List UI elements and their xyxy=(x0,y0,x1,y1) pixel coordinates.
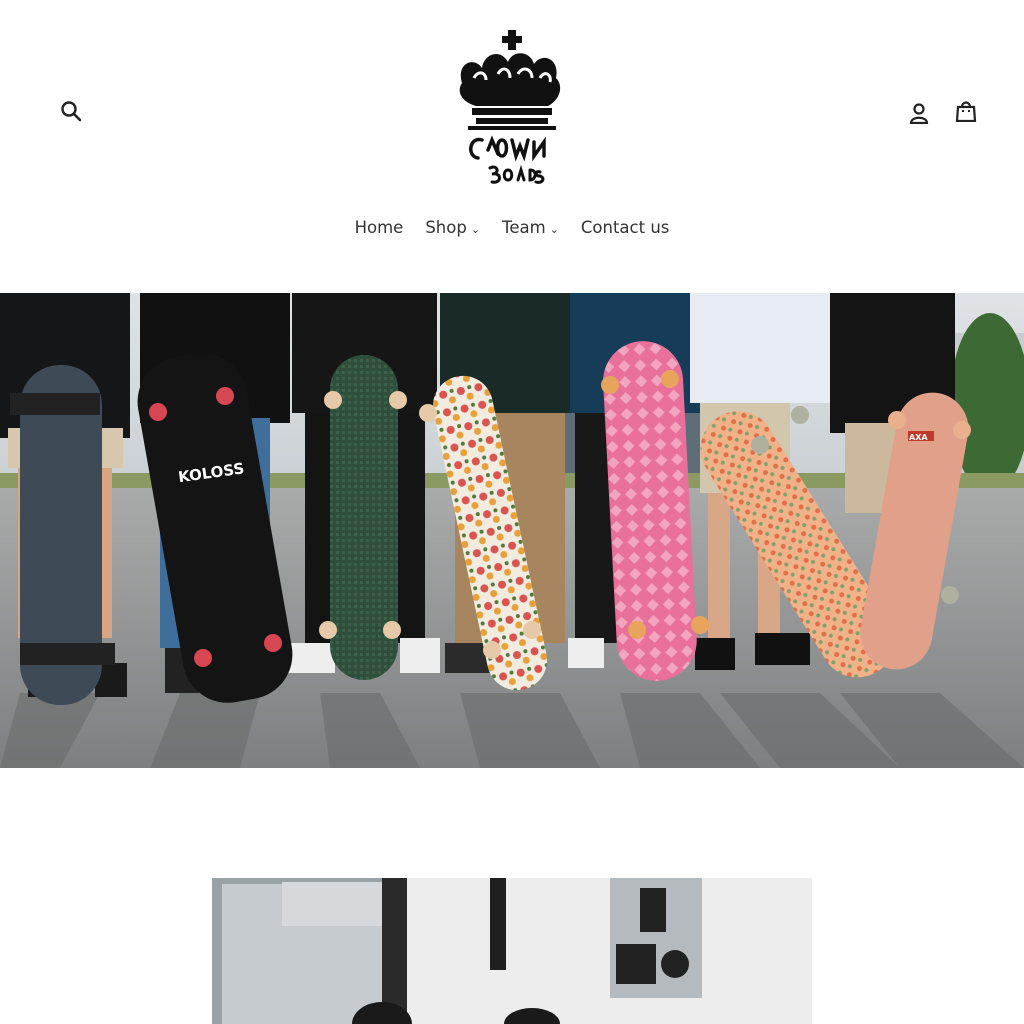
hero-photo: KOLOSS AXA xyxy=(0,293,1024,768)
main-navigation: Home Shop ⌄ Team ⌄ Contact us xyxy=(0,218,1024,237)
cart-button[interactable] xyxy=(951,96,981,126)
workshop-photo xyxy=(212,878,812,1024)
nav-item-contact[interactable]: Contact us xyxy=(581,218,670,237)
nav-item-home[interactable]: Home xyxy=(355,218,404,237)
shopping-bag-icon xyxy=(955,101,977,122)
nav-item-team[interactable]: Team ⌄ xyxy=(502,218,559,237)
feature-image xyxy=(212,878,812,1024)
crown-logo-icon xyxy=(459,30,561,184)
site-header: Home Shop ⌄ Team ⌄ Contact us xyxy=(0,0,1024,293)
nav-item-label: Contact us xyxy=(580,218,670,237)
search-button[interactable] xyxy=(56,96,86,126)
nav-item-label: Team xyxy=(502,218,546,237)
hero-image: KOLOSS AXA xyxy=(0,293,1024,768)
chevron-down-icon: ⌄ xyxy=(470,222,481,236)
chevron-down-icon: ⌄ xyxy=(549,222,559,236)
search-icon xyxy=(61,101,82,122)
site-logo[interactable] xyxy=(452,28,572,192)
nav-item-label: Shop xyxy=(425,218,467,237)
nav-item-label: Home xyxy=(354,218,404,237)
nav-item-shop[interactable]: Shop ⌄ xyxy=(425,218,480,237)
account-button[interactable] xyxy=(904,98,934,128)
board-sticker-text: AXA xyxy=(909,433,928,442)
user-icon xyxy=(909,103,929,124)
